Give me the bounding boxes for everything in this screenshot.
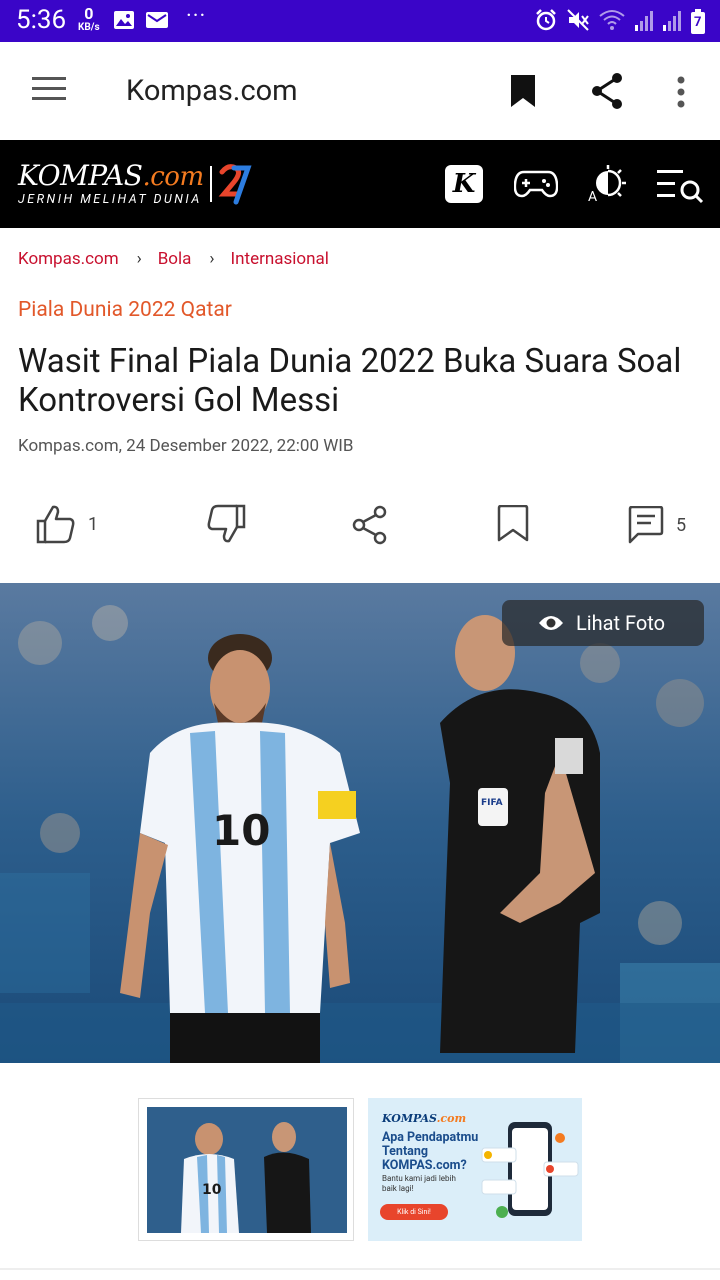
bookmark-icon[interactable]: [510, 74, 536, 112]
overflow-menu-icon[interactable]: [676, 76, 686, 112]
signal-icon-1: [634, 9, 654, 35]
referee-badge-text: FIFA: [481, 798, 503, 808]
breadcrumb-item-bola[interactable]: Bola: [158, 249, 192, 269]
bookmark-outline-icon: [497, 505, 529, 542]
k-button-label: K: [452, 169, 476, 199]
logo-dotcom: .com: [142, 162, 204, 192]
article-title: Wasit Final Piala Dunia 2022 Buka Suara …: [18, 342, 682, 420]
bookmark-article-button[interactable]: [497, 505, 529, 543]
status-icons: 7: [534, 8, 706, 36]
ad-brand: KOMPAS.com: [382, 1112, 466, 1125]
thumbnail-jersey-number: 10: [202, 1182, 222, 1198]
comment-button[interactable]: 5: [628, 506, 686, 544]
hero-photo: 10 FIFA: [0, 583, 720, 1063]
anniversary-badge-icon: [218, 162, 252, 210]
mail-icon: [145, 10, 169, 34]
thumbs-up-icon: [36, 505, 75, 544]
share-outline-icon: [352, 505, 387, 545]
breadcrumb-item-home[interactable]: Kompas.com: [18, 249, 119, 269]
breadcrumb-item-internasional[interactable]: Internasional: [231, 249, 329, 269]
alarm-icon: [534, 8, 558, 36]
network-speed-value: 0: [84, 4, 94, 23]
search-menu-icon[interactable]: [657, 169, 705, 209]
thumbs-down-icon: [207, 504, 246, 543]
mute-icon: [566, 8, 590, 36]
status-bar: 5:36 0 KB/s ··· 7: [0, 0, 720, 42]
breadcrumb-separator: ›: [136, 249, 142, 269]
view-photo-button[interactable]: Lihat Foto: [502, 600, 704, 646]
k-button[interactable]: K: [445, 165, 483, 203]
logo-divider: [210, 166, 212, 202]
divider: [0, 1268, 720, 1270]
jersey-number: 10: [212, 806, 270, 855]
ad-brand-dotcom: .com: [436, 1112, 467, 1125]
signal-icon-2: [662, 9, 682, 35]
ad-cta-button[interactable]: Klik di Sini!: [380, 1204, 448, 1220]
thumbnail-image: 10: [139, 1099, 353, 1240]
gamepad-icon[interactable]: [513, 170, 559, 202]
share-article-button[interactable]: [352, 505, 388, 545]
view-photo-label: Lihat Foto: [576, 611, 666, 635]
status-time: 5:36: [16, 5, 67, 35]
like-count: 1: [88, 513, 99, 535]
network-speed: 0 KB/s: [78, 6, 100, 34]
related-thumbnails: 10 KOMPAS.com Apa Pendapatmu Tentang KOM…: [138, 1098, 582, 1241]
logo-main: KOMPAS: [18, 159, 143, 192]
article-meta: Kompas.com, 24 Desember 2022, 22:00 WIB: [18, 436, 354, 456]
menu-icon[interactable]: [32, 77, 66, 105]
ad-title: Apa Pendapatmu Tentang KOMPAS.com?: [382, 1130, 479, 1173]
article-actions: 1 5: [0, 500, 720, 550]
photo-thumbnail[interactable]: 10: [138, 1098, 354, 1241]
battery-level: 7: [694, 15, 702, 30]
ad-subtitle: Bantu kami jadi lebih baik lagi!: [382, 1174, 456, 1193]
image-icon: [113, 10, 135, 34]
logo-tagline: JERNIH MELIHAT DUNIA: [18, 192, 202, 207]
eye-icon: [539, 616, 563, 630]
survey-ad-banner[interactable]: KOMPAS.com Apa Pendapatmu Tentang KOMPAS…: [368, 1098, 582, 1241]
breadcrumb-separator: ›: [209, 249, 215, 269]
article-category[interactable]: Piala Dunia 2022 Qatar: [18, 298, 232, 322]
phone-illustration: [481, 1122, 579, 1218]
like-button[interactable]: 1: [36, 504, 98, 544]
comment-icon: [628, 506, 664, 544]
wifi-icon: [598, 8, 626, 36]
article-hero-image[interactable]: 10 FIFA Lihat Foto: [0, 583, 720, 1063]
font-size-label: A: [588, 189, 598, 205]
comment-count: 5: [676, 514, 687, 536]
dislike-button[interactable]: [206, 504, 246, 544]
app-title: Kompas.com: [126, 74, 298, 108]
site-header: KOMPAS.com JERNIH MELIHAT DUNIA K A: [0, 140, 720, 228]
more-notifications-icon: ···: [186, 4, 207, 29]
breadcrumb: Kompas.com › Bola › Internasional: [18, 249, 329, 269]
network-speed-unit: KB/s: [78, 22, 100, 33]
ad-brand-main: KOMPAS: [382, 1112, 437, 1125]
theme-toggle-icon[interactable]: A: [588, 165, 630, 211]
app-bar: Kompas.com: [0, 42, 720, 140]
battery-icon: 7: [690, 9, 706, 35]
share-icon[interactable]: [590, 72, 624, 114]
kompas-logo[interactable]: KOMPAS.com JERNIH MELIHAT DUNIA: [18, 159, 204, 208]
